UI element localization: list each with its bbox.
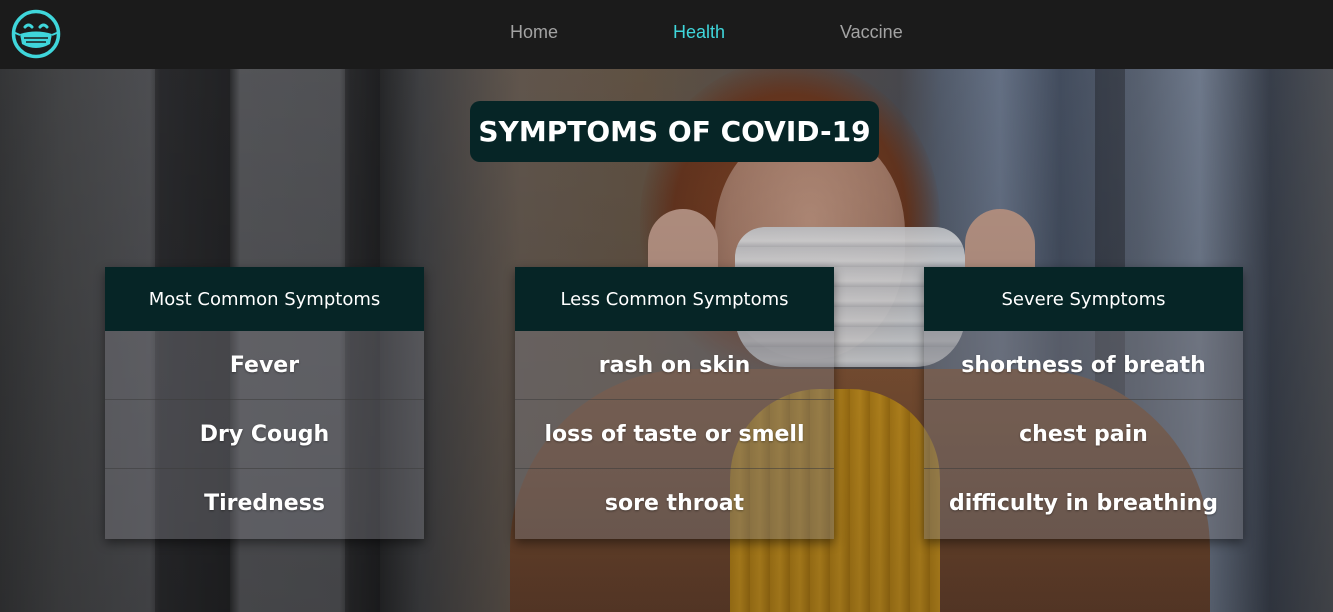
nav-link-vaccine[interactable]: Vaccine: [840, 22, 903, 43]
nav-link-health[interactable]: Health: [673, 22, 725, 43]
card-header: Most Common Symptoms: [105, 267, 424, 331]
symptom-item: rash on skin: [515, 331, 834, 400]
symptom-card-severe: Severe Symptoms shortness of breath ches…: [924, 267, 1243, 539]
card-header: Less Common Symptoms: [515, 267, 834, 331]
symptom-item: Tiredness: [204, 490, 325, 516]
hero-section: SYMPTOMS OF COVID-19 Most Common Symptom…: [0, 69, 1333, 612]
page-title: SYMPTOMS OF COVID-19: [478, 115, 871, 148]
symptom-item: sore throat: [604, 490, 745, 516]
symptom-item: Dry Cough: [105, 400, 424, 469]
nav-link-home[interactable]: Home: [510, 22, 558, 43]
title-box: SYMPTOMS OF COVID-19: [470, 101, 879, 162]
navbar: Home Health Vaccine: [0, 0, 1333, 69]
symptom-item: chest pain: [924, 400, 1243, 469]
smiling-face-with-mask-icon[interactable]: [10, 8, 62, 60]
card-header: Severe Symptoms: [924, 267, 1243, 331]
symptom-item: Fever: [105, 331, 424, 400]
symptom-item: difficulty in breathing: [949, 490, 1218, 516]
symptom-card-less-common: Less Common Symptoms rash on skin loss o…: [515, 267, 834, 539]
symptom-card-most-common: Most Common Symptoms Fever Dry Cough Tir…: [105, 267, 424, 539]
symptom-item: shortness of breath: [924, 331, 1243, 400]
symptom-item: loss of taste or smell: [515, 400, 834, 469]
